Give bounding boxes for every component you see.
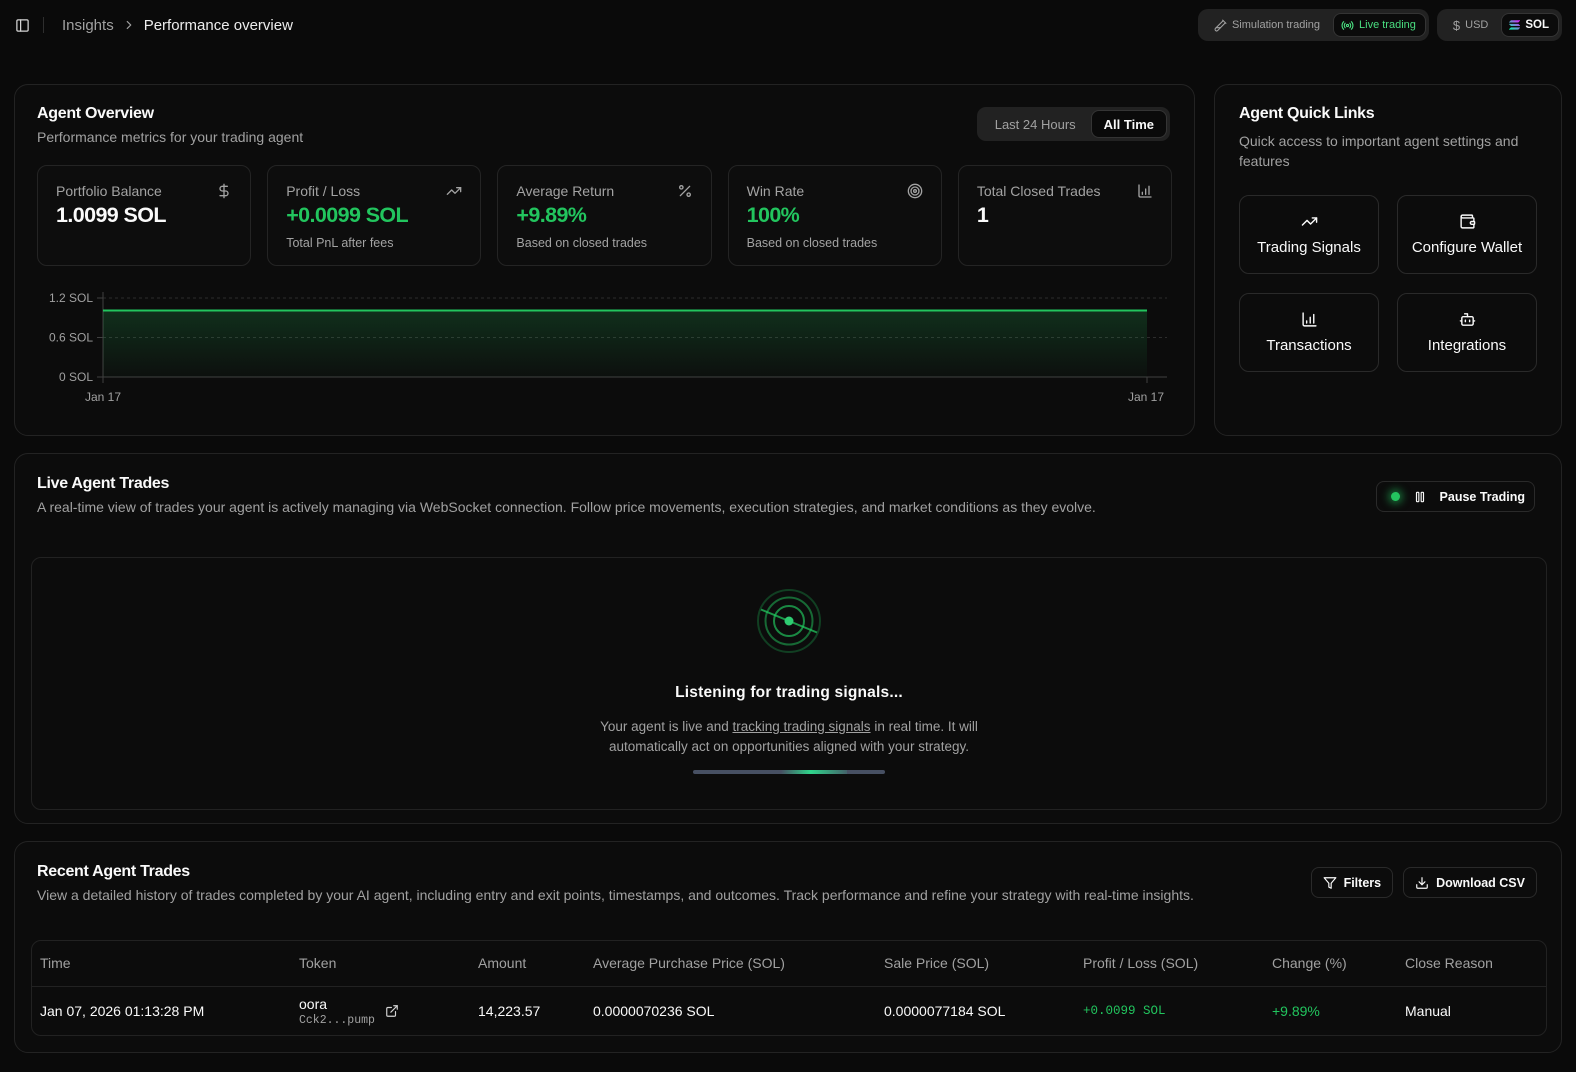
svg-text:0 SOL: 0 SOL (59, 370, 93, 384)
svg-text:Jan 17: Jan 17 (85, 390, 121, 404)
svg-text:0.6 SOL: 0.6 SOL (49, 331, 93, 345)
svg-text:1.2 SOL: 1.2 SOL (49, 291, 93, 305)
svg-text:Jan 17: Jan 17 (1128, 390, 1164, 404)
